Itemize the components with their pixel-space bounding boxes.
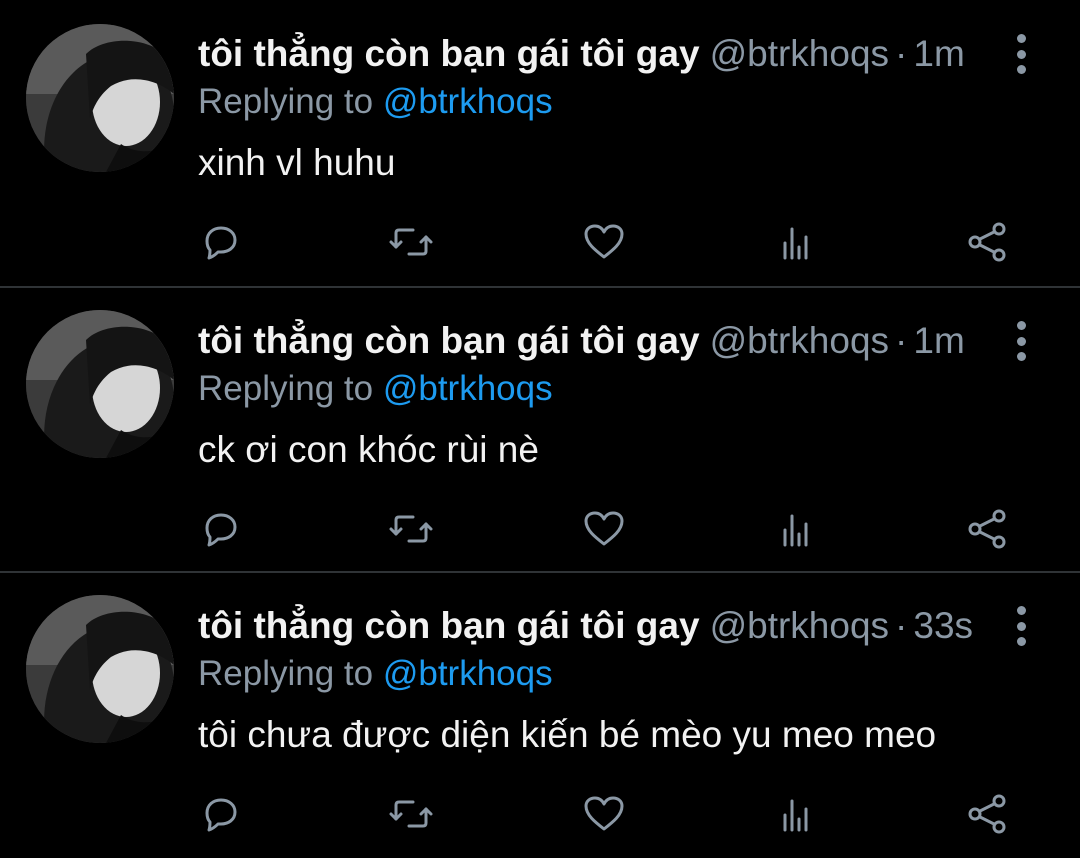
replying-to-label: Replying to — [198, 654, 383, 693]
share-icon[interactable] — [962, 788, 1014, 840]
action-bar — [0, 788, 1080, 840]
avatar-photo — [26, 595, 174, 743]
action-bar — [0, 503, 1080, 555]
retweet-icon[interactable] — [385, 503, 437, 555]
like-icon[interactable] — [578, 503, 630, 555]
replying-to-label: Replying to — [198, 369, 383, 408]
user-handle[interactable]: @btrkhoqs — [710, 320, 889, 361]
reply-icon[interactable] — [194, 788, 246, 840]
replying-to-label: Replying to — [198, 82, 383, 121]
tweet-text: tôi chưa được diện kiến bé mèo yu meo me… — [198, 714, 937, 755]
avatar-photo — [26, 24, 174, 172]
user-handle[interactable]: @btrkhoqs — [710, 605, 889, 646]
action-bar — [0, 216, 1080, 268]
avatar[interactable] — [26, 310, 174, 458]
replying-to-handle[interactable]: @btrkhoqs — [383, 82, 553, 121]
replying-to-handle[interactable]: @btrkhoqs — [383, 654, 553, 693]
separator-dot: · — [895, 320, 908, 361]
more-options-icon[interactable] — [1008, 34, 1034, 74]
avatar-photo — [26, 310, 174, 458]
avatar[interactable] — [26, 24, 174, 172]
tweet-text: xinh vl huhu — [198, 142, 396, 183]
replying-to: Replying to @btrkhoqs — [198, 650, 553, 698]
tweet[interactable]: tôi thẳng còn bạn gái tôi gay @btrkhoqs · 3… — [0, 572, 1080, 858]
separator-dot: · — [895, 605, 908, 646]
separator-dot: · — [895, 33, 908, 74]
tweet[interactable]: tôi thẳng còn bạn gái tôi gay @btrkhoqs · 1… — [0, 0, 1080, 286]
timestamp[interactable]: 33s — [913, 605, 973, 646]
like-icon[interactable] — [578, 788, 630, 840]
user-handle[interactable]: @btrkhoqs — [710, 33, 889, 74]
analytics-icon[interactable] — [770, 216, 822, 268]
share-icon[interactable] — [962, 503, 1014, 555]
reply-icon[interactable] — [194, 503, 246, 555]
analytics-icon[interactable] — [770, 503, 822, 555]
tweet-header: tôi thẳng còn bạn gái tôi gay @btrkhoqs · 1… — [198, 315, 1080, 367]
replying-to: Replying to @btrkhoqs — [198, 365, 553, 413]
avatar[interactable] — [26, 595, 174, 743]
analytics-icon[interactable] — [770, 788, 822, 840]
retweet-icon[interactable] — [385, 788, 437, 840]
share-icon[interactable] — [962, 216, 1014, 268]
timestamp[interactable]: 1m — [913, 33, 964, 74]
tweet-header: tôi thẳng còn bạn gái tôi gay @btrkhoqs · 1… — [198, 28, 1080, 80]
tweet-header: tôi thẳng còn bạn gái tôi gay @btrkhoqs · 3… — [198, 600, 1080, 652]
replying-to-handle[interactable]: @btrkhoqs — [383, 369, 553, 408]
timestamp[interactable]: 1m — [913, 320, 964, 361]
tweet-text: ck ơi con khóc rùi nè — [198, 429, 539, 470]
display-name[interactable]: tôi thẳng còn bạn gái tôi gay — [198, 605, 700, 646]
retweet-icon[interactable] — [385, 216, 437, 268]
display-name[interactable]: tôi thẳng còn bạn gái tôi gay — [198, 320, 700, 361]
more-options-icon[interactable] — [1008, 321, 1034, 361]
reply-icon[interactable] — [194, 216, 246, 268]
replying-to: Replying to @btrkhoqs — [198, 78, 553, 126]
more-options-icon[interactable] — [1008, 606, 1034, 646]
tweet[interactable]: tôi thẳng còn bạn gái tôi gay @btrkhoqs · 1… — [0, 287, 1080, 573]
like-icon[interactable] — [578, 216, 630, 268]
display-name[interactable]: tôi thẳng còn bạn gái tôi gay — [198, 33, 700, 74]
